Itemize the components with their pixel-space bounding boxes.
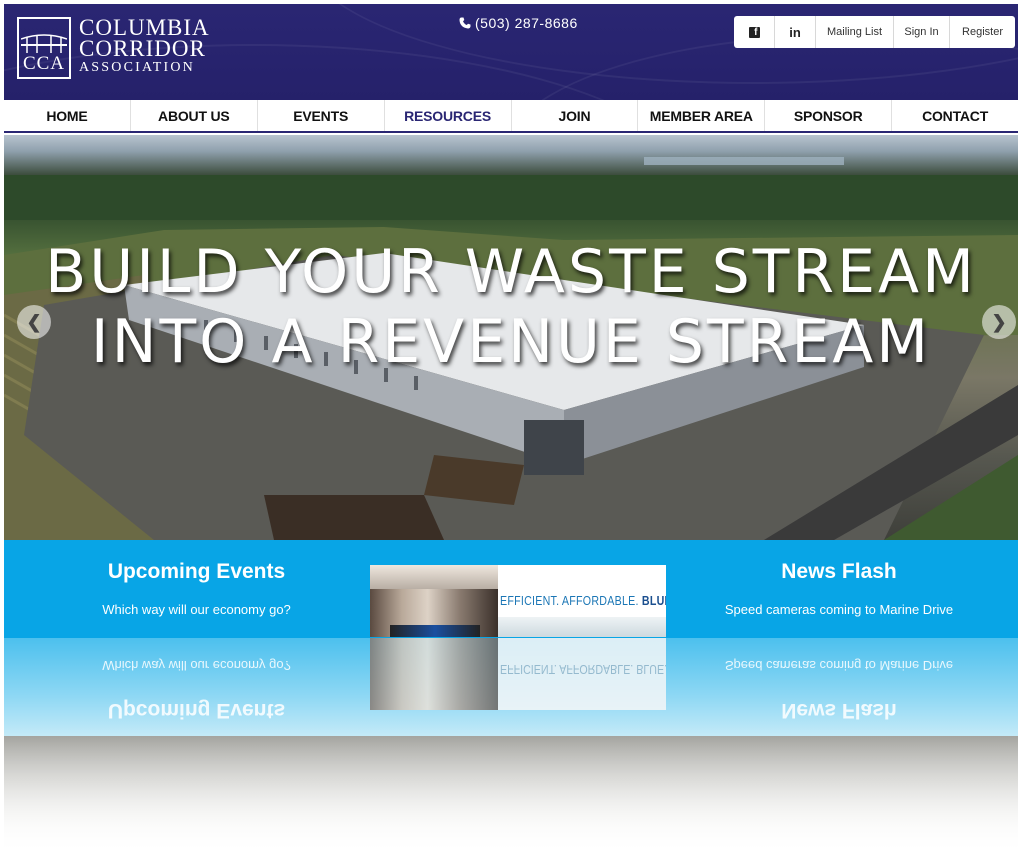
reflection-news-subtitle: Speed cameras coming to Marine Drive: [724, 658, 954, 673]
hero-carousel: BUILD YOUR WASTE STREAM INTO A REVENUE S…: [4, 135, 1018, 540]
linkedin-icon: in: [789, 24, 801, 40]
ad-image-shore: [498, 617, 666, 637]
news-flash-link[interactable]: Speed cameras coming to Marine Drive: [684, 602, 994, 617]
reflection-events-title: Upcoming Events: [107, 699, 286, 722]
reflection-fade: [4, 736, 1018, 849]
reflection-events-subtitle: Which way will our economy go?: [102, 658, 291, 673]
logo-wordmark: COLUMBIA CORRIDOR ASSOCIATION: [79, 15, 210, 77]
site-header: CCA COLUMBIA CORRIDOR ASSOCIATION (503) …: [4, 4, 1018, 100]
page-frame: CCA COLUMBIA CORRIDOR ASSOCIATION (503) …: [4, 4, 1018, 849]
mailing-list-link[interactable]: Mailing List: [816, 16, 894, 48]
linkedin-link[interactable]: in: [775, 16, 816, 48]
hero-title-line-1: BUILD YOUR WASTE STREAM: [45, 237, 977, 307]
reflection-effect: Which way will our economy go? Upcoming …: [4, 638, 1018, 849]
nav-events[interactable]: EVENTS: [258, 100, 385, 131]
bridge-icon: [21, 34, 67, 53]
site-logo[interactable]: CCA COLUMBIA CORRIDOR ASSOCIATION: [17, 15, 217, 83]
upcoming-events-link[interactable]: Which way will our economy go?: [44, 602, 349, 617]
upcoming-events-title[interactable]: Upcoming Events: [44, 560, 349, 584]
nav-home[interactable]: HOME: [4, 100, 131, 131]
hero-title-line-2: INTO A REVENUE STREAM: [90, 307, 932, 377]
ad-image-pot: [370, 565, 498, 637]
reflection-ad: EFFICIENT. AFFORDABLE. BLUE.: [370, 638, 666, 710]
ad-tagline: EFFICIENT. AFFORDABLE. BLUE.: [500, 593, 666, 608]
phone-icon: [459, 17, 471, 29]
register-link[interactable]: Register: [950, 16, 1015, 48]
logo-line-2: CORRIDOR: [79, 36, 206, 61]
main-nav: HOME ABOUT US EVENTS RESOURCES JOIN MEMB…: [4, 100, 1018, 133]
info-band: Upcoming Events Which way will our econo…: [4, 540, 1018, 638]
nav-resources[interactable]: RESOURCES: [385, 100, 512, 131]
hero-title: BUILD YOUR WASTE STREAM INTO A REVENUE S…: [4, 237, 1018, 377]
header-phone[interactable]: (503) 287-8686: [459, 15, 578, 31]
top-links: f in Mailing List Sign In Register: [734, 16, 1015, 48]
chevron-right-icon: ❯: [991, 311, 1007, 332]
nav-sponsor[interactable]: SPONSOR: [765, 100, 893, 131]
facebook-link[interactable]: f: [734, 16, 775, 48]
phone-number: (503) 287-8686: [475, 15, 578, 31]
reflection-ad-tagline: EFFICIENT. AFFORDABLE. BLUE.: [500, 662, 666, 677]
sponsor-ad[interactable]: EFFICIENT. AFFORDABLE. BLUE.: [370, 565, 666, 637]
carousel-prev-button[interactable]: ❮: [17, 305, 51, 339]
nav-join[interactable]: JOIN: [512, 100, 639, 131]
sign-in-link[interactable]: Sign In: [894, 16, 950, 48]
chevron-left-icon: ❮: [26, 311, 42, 332]
nav-contact[interactable]: CONTACT: [892, 100, 1018, 131]
facebook-icon: f: [748, 26, 760, 38]
news-flash-title[interactable]: News Flash: [684, 560, 994, 584]
nav-member-area[interactable]: MEMBER AREA: [638, 100, 766, 131]
logo-mark: CCA: [17, 17, 71, 79]
reflection-news-title: News Flash: [781, 699, 897, 722]
logo-line-3: ASSOCIATION: [79, 60, 195, 75]
logo-mark-text: CCA: [22, 53, 66, 74]
nav-about-us[interactable]: ABOUT US: [131, 100, 258, 131]
logo-line-1: COLUMBIA: [79, 15, 210, 40]
carousel-next-button[interactable]: ❯: [982, 305, 1016, 339]
